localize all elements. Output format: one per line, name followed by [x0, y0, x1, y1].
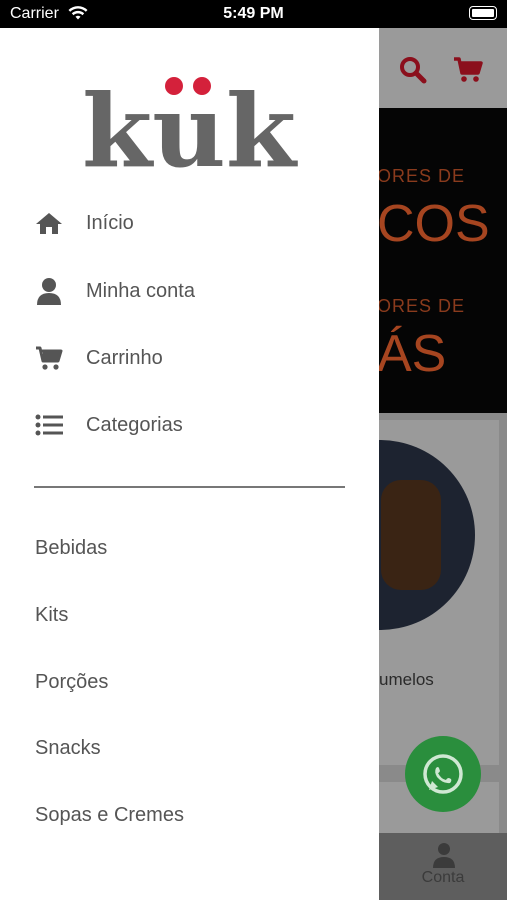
- divider: [34, 486, 345, 488]
- navigation-drawer: kuk Início Minha conta Carrinho Categori…: [0, 28, 379, 900]
- category-snacks[interactable]: Snacks: [35, 737, 101, 760]
- banner-line: ORES DE: [379, 166, 466, 186]
- tab-bar: Conta: [379, 833, 507, 900]
- category-porcoes[interactable]: Porções: [35, 671, 108, 694]
- menu-item-minha-conta[interactable]: Minha conta: [34, 271, 364, 311]
- category-sopas-e-cremes[interactable]: Sopas e Cremes: [35, 804, 184, 827]
- app-header: [379, 28, 507, 108]
- banner-line: ORES DE: [379, 296, 466, 316]
- cart-icon[interactable]: [453, 56, 483, 84]
- product-name: umelos: [379, 670, 434, 689]
- user-icon: [34, 276, 64, 306]
- menu-label: Minha conta: [86, 279, 195, 302]
- whatsapp-icon: [423, 754, 463, 794]
- status-bar: Carrier 5:49 PM: [0, 0, 507, 28]
- kuk-logo: kuk: [82, 72, 298, 178]
- promo-banner[interactable]: ORES DE COS ORES DE ÁS: [379, 108, 507, 413]
- home-icon: [34, 208, 64, 238]
- category-kits[interactable]: Kits: [35, 604, 68, 627]
- banner-title: COS: [379, 195, 490, 253]
- status-time: 5:49 PM: [223, 5, 284, 22]
- list-icon: [34, 410, 64, 440]
- category-bebidas[interactable]: Bebidas: [35, 537, 107, 560]
- search-icon[interactable]: [399, 56, 427, 84]
- tab-conta[interactable]: Conta: [379, 869, 507, 887]
- product-card[interactable]: umelos: [369, 420, 499, 765]
- menu-label: Início: [86, 211, 134, 234]
- whatsapp-button[interactable]: [405, 736, 481, 812]
- menu-item-carrinho[interactable]: Carrinho: [34, 338, 364, 378]
- menu-label: Categorias: [86, 413, 183, 436]
- menu-label: Carrinho: [86, 346, 163, 369]
- svg-text:kuk: kuk: [82, 72, 298, 178]
- battery-icon: [469, 6, 497, 20]
- cart-icon: [34, 343, 64, 373]
- product-image: [369, 440, 475, 630]
- menu-item-categorias[interactable]: Categorias: [34, 405, 364, 445]
- person-icon[interactable]: [432, 841, 456, 869]
- banner-title: ÁS: [379, 325, 447, 383]
- menu-item-inicio[interactable]: Início: [34, 203, 364, 243]
